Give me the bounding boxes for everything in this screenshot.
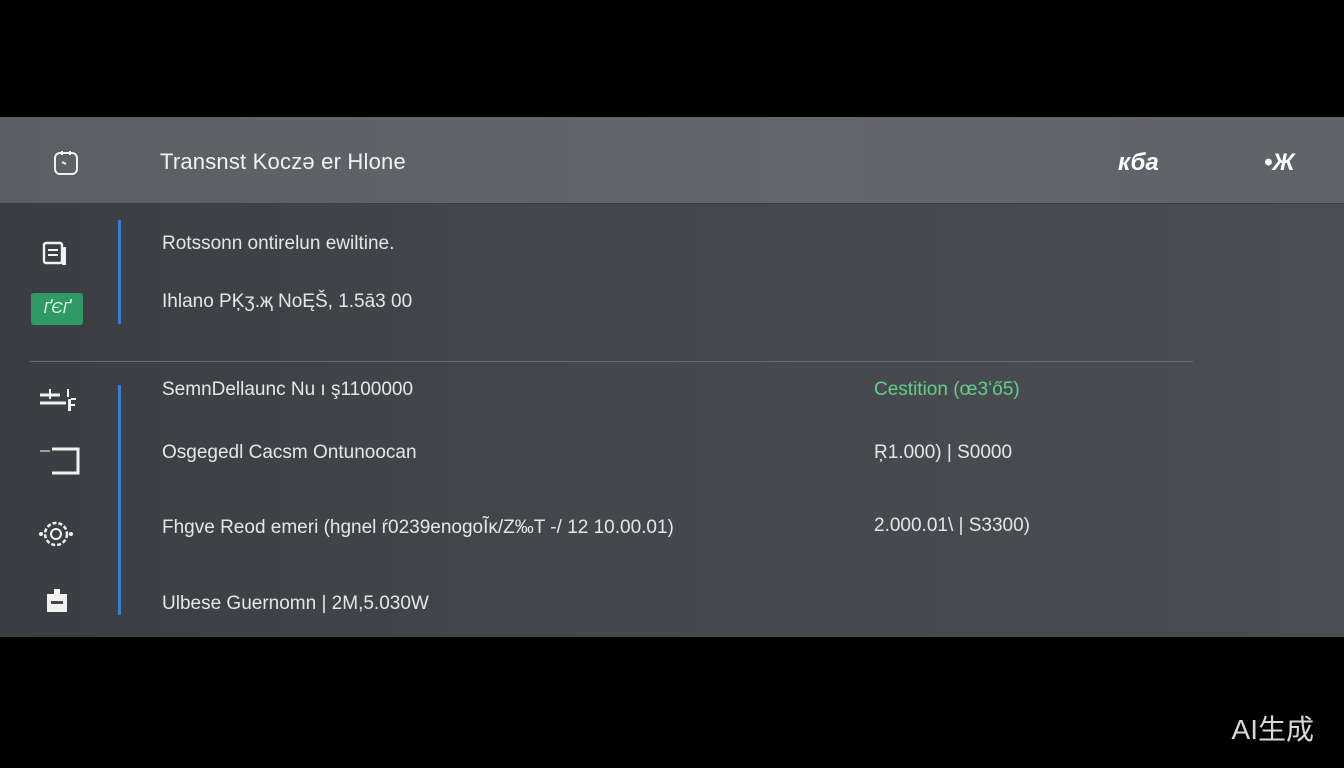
status-badge[interactable]: ҐЄҐ bbox=[31, 293, 83, 325]
accent-bar-list bbox=[118, 385, 121, 615]
list-item-label[interactable]: SemnDellaunc Nu ı ş1100000 bbox=[162, 379, 413, 401]
app-frame: Transnst Koczə er Hlone кба •Ж ҐЄҐ Rotss… bbox=[0, 0, 1344, 768]
summary-line-2: Ihlano PĶӡ.җ NoĘŠ, 1.5ā3 00 bbox=[162, 291, 413, 312]
section-divider bbox=[30, 361, 1193, 362]
user-mark-icon[interactable]: •Ж bbox=[1264, 141, 1295, 185]
list-item-value: Cestition (œ3ʻő5) bbox=[874, 379, 1020, 400]
tools-icon bbox=[40, 389, 76, 411]
header-bar: Transnst Koczə er Hlone кба •Ж bbox=[0, 117, 1344, 204]
main-panel: Transnst Koczə er Hlone кба •Ж ҐЄҐ Rotss… bbox=[0, 117, 1344, 637]
document-icon bbox=[42, 241, 66, 265]
list-item-label[interactable]: Ulbese Guernomn | 2M,5.030W bbox=[162, 593, 429, 615]
list-item-value: 2.000.01\ | S3300) bbox=[874, 515, 1030, 536]
accent-bar-top bbox=[118, 220, 121, 324]
list-item-label[interactable]: Osgegedl Cacsm Ontunoocan bbox=[162, 442, 417, 464]
watermark-label: AI生成 bbox=[1231, 714, 1314, 745]
page-title: Transnst Koczə er Hlone bbox=[160, 149, 406, 174]
globe-icon bbox=[39, 521, 73, 547]
brand-mark-icon[interactable]: кба bbox=[1118, 141, 1159, 185]
square-icon bbox=[40, 447, 80, 475]
summary-line-1: Rotssonn ontirelun ewiltine. bbox=[162, 233, 395, 254]
battery-icon bbox=[47, 589, 67, 612]
timer-icon[interactable] bbox=[52, 149, 80, 177]
list-item-label[interactable]: Fhgve Reod emeri (hgnel ŕ0239enogoĨĸ/Z‰T… bbox=[162, 517, 674, 539]
list-item-value: Ŗ1.000) | S0000 bbox=[874, 442, 1013, 463]
